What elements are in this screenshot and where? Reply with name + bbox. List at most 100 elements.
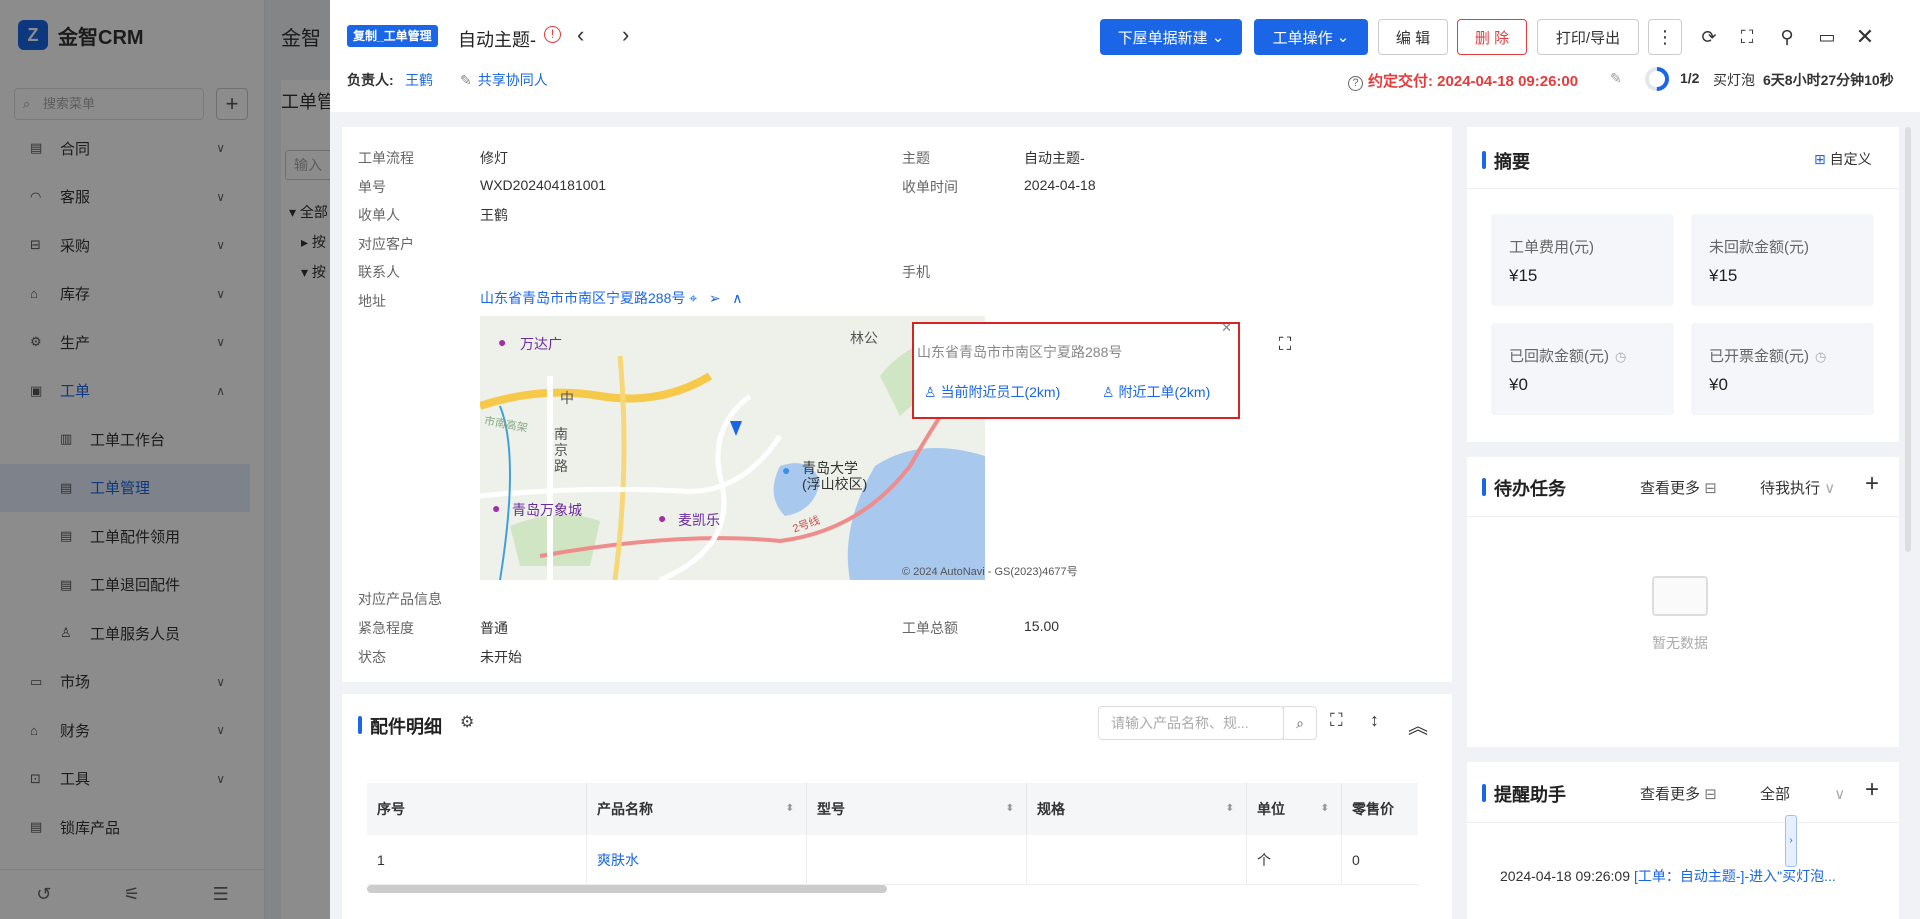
tasks-title: 待办任务 xyxy=(1482,475,1566,501)
collapse-section-icon[interactable]: ︽ xyxy=(1408,710,1428,739)
more-label: 查看更多 xyxy=(1640,480,1701,497)
new-below-button[interactable]: 下屋单据新建 ⌄ xyxy=(1100,19,1242,55)
link-icon[interactable]: ⚲ xyxy=(1770,20,1804,54)
due-label: 约定交付: xyxy=(1368,73,1433,90)
horizontal-scrollbar[interactable] xyxy=(367,885,887,893)
urgency-value: 普通 xyxy=(480,620,508,636)
map-info-popup: ✕ 山东省青岛市市南区宁夏路288号 ♙ 当前附近员工(2km) ♙ 附近工单(… xyxy=(912,320,1240,419)
grid-icon: ⊞ xyxy=(1814,151,1826,167)
expand-right-panel-icon[interactable]: › xyxy=(1785,815,1797,867)
stage-elapsed-time: 6天8小时27分钟10秒 xyxy=(1763,72,1894,88)
clock-icon[interactable]: ◷ xyxy=(1615,349,1626,364)
tasks-more-link[interactable]: 查看更多 ⊟ xyxy=(1640,477,1717,498)
chevron-up-icon[interactable]: ∧ xyxy=(732,290,742,306)
row-height-icon[interactable]: ↕ xyxy=(1370,710,1379,731)
summary-value: ¥0 xyxy=(1509,375,1528,394)
address-link[interactable]: 山东省青岛市市南区宁夏路288号 ⌖ ➢ ∧ xyxy=(480,288,742,308)
reminders-title: 提醒助手 xyxy=(1482,781,1566,807)
workorder-ops-button[interactable]: 工单操作 ⌄ xyxy=(1254,19,1368,55)
receiver-label: 收单人 xyxy=(358,207,400,223)
owner-name[interactable]: 王鹤 xyxy=(405,70,433,90)
table-cell: 0 xyxy=(1342,835,1418,885)
reminders-more-link[interactable]: 查看更多 ⊟ xyxy=(1640,783,1717,804)
reminders-filter-select[interactable]: 全部 ∨ xyxy=(1760,783,1845,804)
column-label: 规格 xyxy=(1037,801,1065,817)
poi-marker-icon: ● xyxy=(782,462,791,478)
column-header[interactable]: 零售价 xyxy=(1342,783,1418,835)
address-map[interactable]: ● 万达广 中 林公 南京路 ● 青岛大学 (浮山校区) ● 青岛万象城 ● 麦… xyxy=(480,316,985,580)
column-header[interactable]: 产品名称 ⬍ xyxy=(587,783,807,835)
map-label: 青岛万象城 xyxy=(512,502,582,518)
map-label: 万达广 xyxy=(520,336,562,352)
customize-label: 自定义 xyxy=(1829,151,1872,167)
reminder-link[interactable]: [工单：自动主题-]-进入"买灯泡... xyxy=(1634,868,1836,884)
prev-record-icon[interactable]: ‹ xyxy=(577,22,584,48)
navigate-icon[interactable]: ➢ xyxy=(709,290,721,306)
column-label: 单位 xyxy=(1257,801,1285,817)
next-record-icon[interactable]: › xyxy=(622,22,629,48)
clock-icon[interactable]: ◷ xyxy=(1815,349,1826,364)
map-label: 南京路 xyxy=(554,426,568,474)
number-value: WXD202404181001 xyxy=(480,177,607,193)
fullscreen-icon[interactable]: ⛶ xyxy=(1730,20,1764,54)
product-info-label: 对应产品信息 xyxy=(358,591,442,607)
column-header[interactable]: 单位 ⬍ xyxy=(1247,783,1342,835)
map-fullscreen-icon[interactable]: ⛶ xyxy=(1268,327,1302,361)
summary-box-invoiced: 已开票金额(元) ◷ ¥0 xyxy=(1691,323,1874,415)
edit-button[interactable]: 编 辑 xyxy=(1378,19,1448,55)
contact-label: 联系人 xyxy=(358,264,400,280)
vertical-scrollbar[interactable] xyxy=(1905,127,1911,552)
settings-icon[interactable]: ⚙ xyxy=(460,712,474,732)
tasks-filter-select[interactable]: 待我执行 ∨ xyxy=(1760,477,1835,498)
column-header[interactable]: 规格 ⬍ xyxy=(1027,783,1247,835)
close-icon[interactable]: ✕ xyxy=(1848,20,1882,54)
print-export-button[interactable]: 打印/导出 xyxy=(1537,19,1639,55)
table-cell xyxy=(807,835,1027,885)
summary-value: ¥15 xyxy=(1509,266,1538,285)
parts-search-input[interactable]: 请输入产品名称、规... xyxy=(1098,706,1284,740)
empty-inbox-icon xyxy=(1652,576,1708,616)
search-icon[interactable]: ⌕ xyxy=(1283,706,1317,740)
summary-value: ¥0 xyxy=(1709,375,1728,394)
column-header[interactable]: 型号 ⬍ xyxy=(807,783,1027,835)
close-icon[interactable]: ✕ xyxy=(1221,320,1232,336)
warning-icon[interactable]: ! xyxy=(544,26,561,43)
sort-icon[interactable]: ⬍ xyxy=(786,783,794,835)
table-cell: 1 xyxy=(367,835,587,885)
urgency-label: 紧急程度 xyxy=(358,620,414,636)
product-name-link[interactable]: 爽肤水 xyxy=(587,835,807,885)
panel-view-icon[interactable]: ▭ xyxy=(1810,20,1844,54)
workorder-drawer: 复制_工单管理 自动主题- ! ‹ › 负责人: 王鹤 ✎ 共享协同人 下屋单据新… xyxy=(330,0,1920,919)
location-pin-icon[interactable]: ⌖ xyxy=(689,290,697,306)
nearby-staff-link[interactable]: ♙ 当前附近员工(2km) xyxy=(924,382,1060,402)
summary-box-unpaid: 未回款金额(元) ¥15 xyxy=(1691,214,1874,306)
book-icon: ⊟ xyxy=(1704,786,1717,803)
delete-button[interactable]: 删 除 xyxy=(1457,19,1527,55)
refresh-icon[interactable]: ⟳ xyxy=(1692,20,1726,54)
expand-icon[interactable]: ⛶ xyxy=(1330,710,1343,731)
reminder-item[interactable]: 2024-04-18 09:26:09 [工单：自动主题-]-进入"买灯泡... xyxy=(1500,866,1836,886)
add-reminder-icon[interactable]: + xyxy=(1865,776,1879,804)
popup-address: 山东省青岛市市南区宁夏路288号 xyxy=(917,344,1123,360)
sort-icon[interactable]: ⬍ xyxy=(1226,783,1234,835)
total-value: 15.00 xyxy=(1024,618,1060,634)
subject-value: 自动主题- xyxy=(1024,150,1085,166)
nearby-orders-link[interactable]: ♙ 附近工单(2km) xyxy=(1102,382,1210,402)
column-header[interactable]: 序号 xyxy=(367,783,587,835)
summary-label-wrap: 已回款金额(元) ◷ xyxy=(1509,345,1626,366)
sort-icon[interactable]: ⬍ xyxy=(1006,783,1014,835)
filter-value: 待我执行 xyxy=(1760,480,1821,497)
column-label: 产品名称 xyxy=(597,801,653,817)
customize-link[interactable]: ⊞ 自定义 xyxy=(1814,149,1872,169)
modal-mask[interactable] xyxy=(0,0,330,919)
number-label: 单号 xyxy=(358,179,386,195)
help-icon[interactable]: ? xyxy=(1348,76,1363,91)
more-actions-icon[interactable]: ⋮ xyxy=(1648,19,1682,55)
edit-due-icon[interactable]: ✎ xyxy=(1610,70,1622,87)
sort-icon[interactable]: ⬍ xyxy=(1321,783,1329,835)
map-copyright: © 2024 AutoNavi - GS(2023)4677号 xyxy=(902,566,1078,578)
share-collaborators-link[interactable]: ✎ 共享协同人 xyxy=(460,70,548,90)
add-task-icon[interactable]: + xyxy=(1865,470,1879,498)
chevron-down-icon: ∨ xyxy=(1824,480,1836,497)
empty-text: 暂无数据 xyxy=(1652,635,1708,651)
